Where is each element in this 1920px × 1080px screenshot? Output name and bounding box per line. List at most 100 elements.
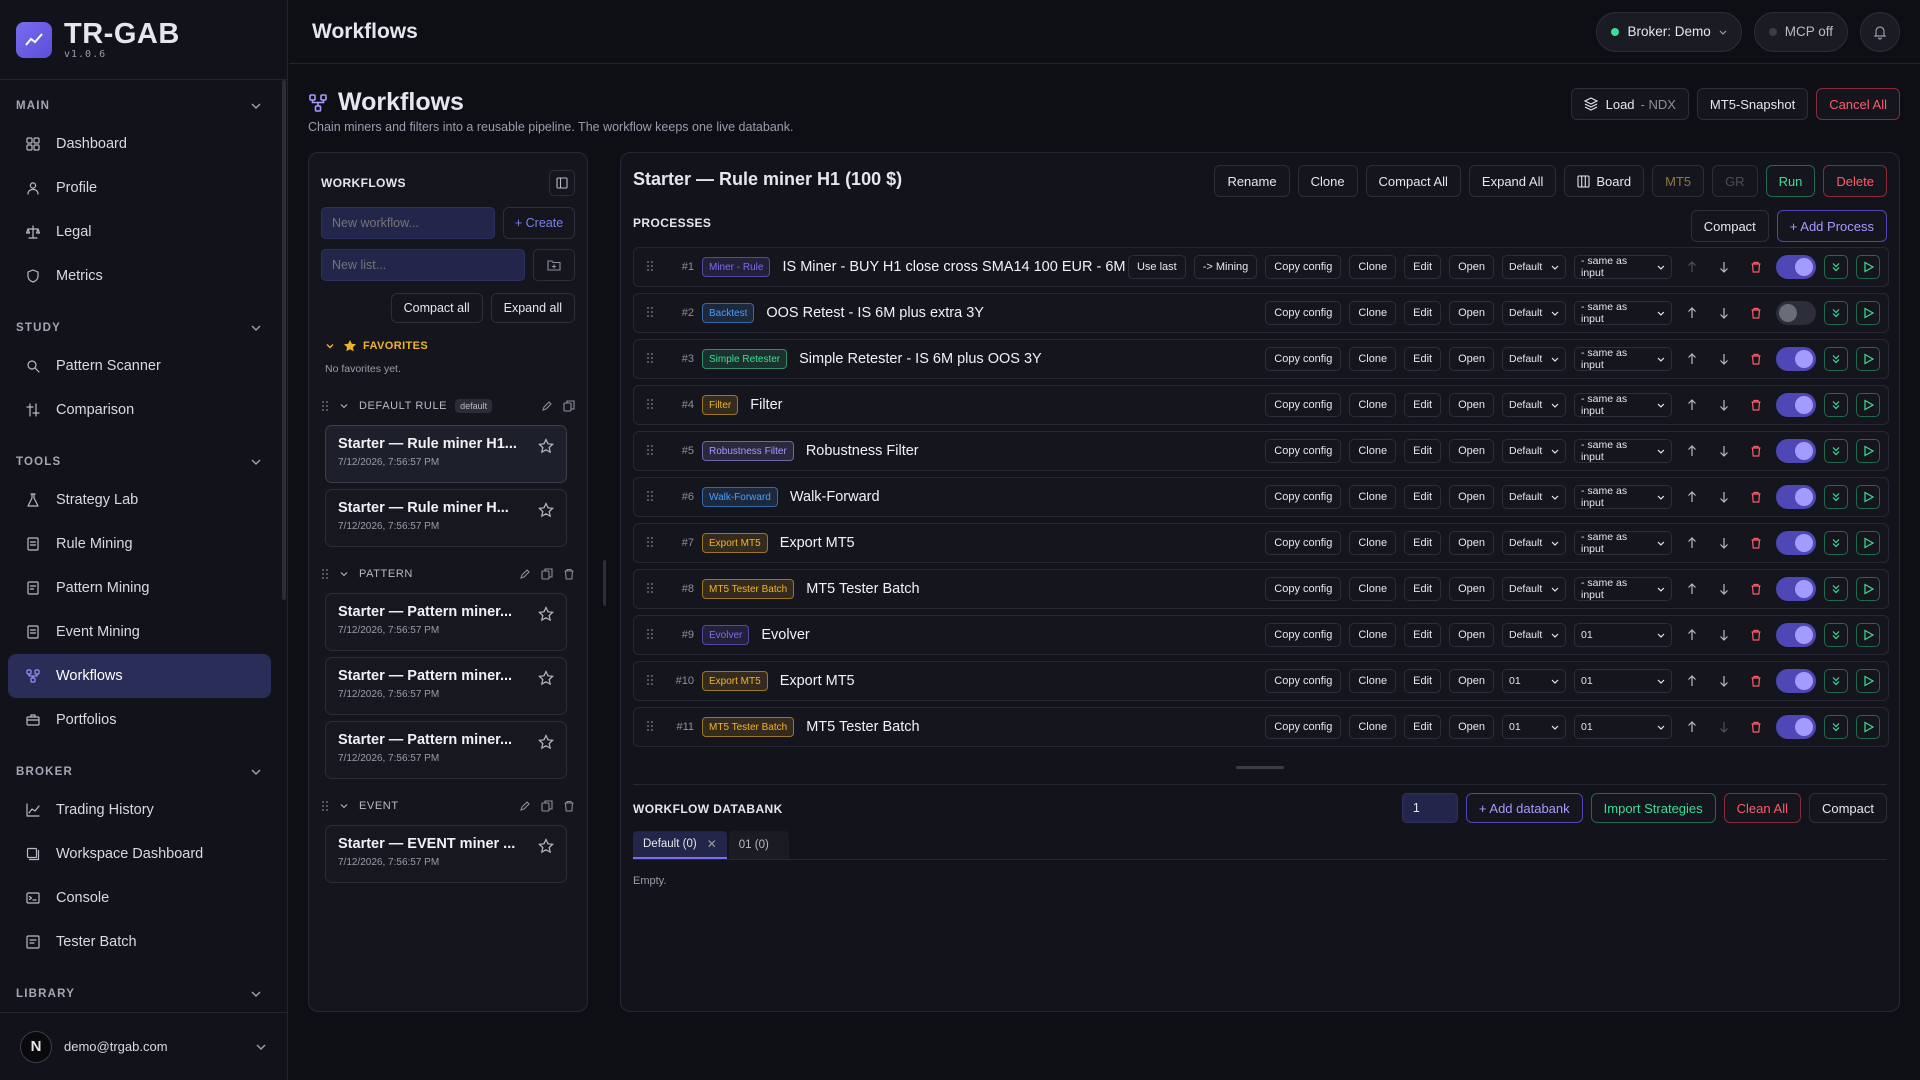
expand-process-icon[interactable]	[1824, 439, 1848, 463]
process-open-button[interactable]: Open	[1449, 255, 1494, 279]
move-down-icon[interactable]	[1712, 715, 1736, 739]
expand-process-icon[interactable]	[1824, 301, 1848, 325]
move-up-icon[interactable]	[1680, 255, 1704, 279]
drag-handle-icon[interactable]	[646, 398, 658, 412]
sidebar-item-legal[interactable]: Legal	[8, 210, 271, 254]
process-clone-button[interactable]: Clone	[1349, 485, 1397, 509]
collapse-panel-button[interactable]	[549, 170, 575, 196]
star-icon[interactable]	[538, 502, 554, 518]
run-process-icon[interactable]	[1856, 669, 1880, 693]
process-clone-button[interactable]: Clone	[1349, 393, 1397, 417]
delete-process-icon[interactable]	[1744, 301, 1768, 325]
trash-icon[interactable]	[563, 568, 575, 580]
delete-process-icon[interactable]	[1744, 715, 1768, 739]
output-databank-select[interactable]: 01	[1574, 623, 1672, 647]
notifications-button[interactable]	[1860, 11, 1900, 52]
expand-process-icon[interactable]	[1824, 393, 1848, 417]
mt5-button[interactable]: MT5	[1652, 165, 1705, 197]
process-row[interactable]: #1 Miner - Rule IS Miner - BUY H1 close cr…	[633, 247, 1889, 287]
move-down-icon[interactable]	[1712, 577, 1736, 601]
run-process-icon[interactable]	[1856, 439, 1880, 463]
output-databank-select[interactable]: 01	[1574, 715, 1672, 739]
compact-all-button[interactable]: Compact all	[390, 293, 483, 323]
drag-handle-icon[interactable]	[646, 674, 658, 688]
process-row[interactable]: #4 Filter Filter Copy config Clone Edit Open De…	[633, 385, 1889, 425]
sidebar-section-broker[interactable]: BROKER	[0, 762, 287, 782]
output-databank-select[interactable]: - same as input	[1574, 393, 1672, 417]
process-clone-button[interactable]: Clone	[1349, 577, 1397, 601]
chevron-down-icon[interactable]	[339, 401, 349, 411]
process-enabled-toggle[interactable]	[1776, 485, 1816, 509]
sidebar-section-main[interactable]: MAIN	[0, 96, 287, 116]
move-up-icon[interactable]	[1680, 669, 1704, 693]
process-edit-button[interactable]: Edit	[1404, 577, 1442, 601]
move-up-icon[interactable]	[1680, 393, 1704, 417]
move-down-icon[interactable]	[1712, 439, 1736, 463]
process-open-button[interactable]: Open	[1449, 485, 1494, 509]
expand-process-icon[interactable]	[1824, 255, 1848, 279]
input-databank-select[interactable]: Default	[1502, 393, 1566, 417]
process-enabled-toggle[interactable]	[1776, 715, 1816, 739]
drag-handle-icon[interactable]	[646, 582, 658, 596]
drag-handle-icon[interactable]	[321, 400, 329, 412]
process-open-button[interactable]: Open	[1449, 715, 1494, 739]
output-databank-select[interactable]: - same as input	[1574, 255, 1672, 279]
drag-handle-icon[interactable]	[646, 536, 658, 550]
new-list-input[interactable]	[321, 249, 525, 281]
expand-process-icon[interactable]	[1824, 531, 1848, 555]
delete-process-icon[interactable]	[1744, 577, 1768, 601]
sidebar-item-workspace-dashboard[interactable]: Workspace Dashboard	[8, 832, 271, 876]
input-databank-select[interactable]: 01	[1502, 715, 1566, 739]
run-process-icon[interactable]	[1856, 393, 1880, 417]
add-folder-button[interactable]	[533, 249, 575, 281]
compact-all-processes-button[interactable]: Compact All	[1365, 165, 1461, 197]
run-process-icon[interactable]	[1856, 485, 1880, 509]
process-row[interactable]: #6 Walk-Forward Walk-Forward Copy config Clo…	[633, 477, 1889, 517]
sidebar-item-workflows[interactable]: Workflows	[8, 654, 271, 698]
workflow-card[interactable]: Starter — Pattern miner... 7/12/2026, 7:5…	[325, 721, 567, 779]
expand-process-icon[interactable]	[1824, 485, 1848, 509]
expand-process-icon[interactable]	[1824, 623, 1848, 647]
databank-compact-button[interactable]: Compact	[1808, 793, 1887, 823]
copy-config-button[interactable]: Copy config	[1265, 623, 1342, 647]
process-row[interactable]: #7 Export MT5 Export MT5 Copy config Clone Ed…	[633, 523, 1889, 563]
drag-handle-icon[interactable]	[646, 260, 658, 274]
run-process-icon[interactable]	[1856, 531, 1880, 555]
sidebar-item-rule-mining[interactable]: Rule Mining	[8, 522, 271, 566]
move-down-icon[interactable]	[1712, 623, 1736, 647]
process-open-button[interactable]: Open	[1449, 393, 1494, 417]
sidebar-section-tools[interactable]: TOOLS	[0, 452, 287, 472]
mcp-toggle[interactable]: MCP off	[1753, 11, 1848, 52]
move-down-icon[interactable]	[1712, 669, 1736, 693]
drag-handle-icon[interactable]	[646, 352, 658, 366]
to-mining-button[interactable]: -> Mining	[1193, 255, 1258, 279]
board-button[interactable]: Board	[1564, 165, 1645, 197]
sidebar-item-profile[interactable]: Profile	[8, 166, 271, 210]
process-row[interactable]: #5 Robustness Filter Robustness Filter Copy…	[633, 431, 1889, 471]
process-edit-button[interactable]: Edit	[1404, 255, 1442, 279]
trash-icon[interactable]	[563, 800, 575, 812]
output-databank-select[interactable]: - same as input	[1574, 439, 1672, 463]
copy-config-button[interactable]: Copy config	[1265, 577, 1342, 601]
sidebar-item-trading-history[interactable]: Trading History	[8, 788, 271, 832]
compact-button[interactable]: Compact	[1690, 210, 1769, 242]
copy-config-button[interactable]: Copy config	[1265, 669, 1342, 693]
drag-handle-icon[interactable]	[321, 800, 329, 812]
output-databank-select[interactable]: - same as input	[1574, 347, 1672, 371]
sidebar-item-event-mining[interactable]: Event Mining	[8, 610, 271, 654]
sidebar-item-comparison[interactable]: Comparison	[8, 388, 271, 432]
run-process-icon[interactable]	[1856, 623, 1880, 647]
copy-icon[interactable]	[563, 400, 575, 412]
workflow-card[interactable]: Starter — EVENT miner ... 7/12/2026, 7:56…	[325, 825, 567, 883]
process-open-button[interactable]: Open	[1449, 623, 1494, 647]
copy-config-button[interactable]: Copy config	[1265, 485, 1342, 509]
input-databank-select[interactable]: Default	[1502, 577, 1566, 601]
copy-config-button[interactable]: Copy config	[1265, 393, 1342, 417]
process-edit-button[interactable]: Edit	[1404, 715, 1442, 739]
workflow-group-header[interactable]: DEFAULT RULE default	[309, 393, 587, 419]
process-row[interactable]: #9 Evolver Evolver Copy config Clone Edit Open…	[633, 615, 1889, 655]
expand-all-processes-button[interactable]: Expand All	[1468, 165, 1557, 197]
process-enabled-toggle[interactable]	[1776, 623, 1816, 647]
process-enabled-toggle[interactable]	[1776, 255, 1816, 279]
sidebar-item-tester-batch[interactable]: Tester Batch	[8, 920, 271, 964]
